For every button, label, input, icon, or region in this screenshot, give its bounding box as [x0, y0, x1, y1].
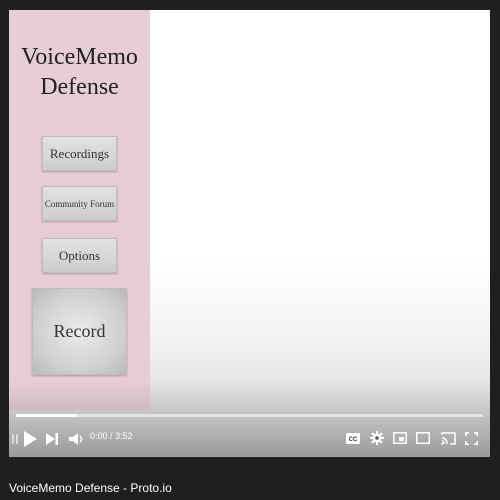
- pause-icon: [11, 432, 19, 446]
- recordings-button[interactable]: Recordings: [42, 136, 117, 171]
- video-caption: VoiceMemo Defense - Proto.io: [9, 481, 172, 495]
- miniplayer-icon[interactable]: [391, 430, 409, 446]
- options-button[interactable]: Options: [42, 238, 117, 273]
- time-total: 3:52: [115, 431, 133, 441]
- theater-icon[interactable]: [414, 430, 432, 446]
- next-icon[interactable]: [45, 431, 59, 447]
- fullscreen-icon[interactable]: [462, 429, 480, 447]
- app-title: VoiceMemo Defense: [9, 42, 150, 102]
- progress-buffered: [16, 414, 77, 417]
- cast-icon[interactable]: [439, 429, 457, 447]
- app-sidebar: VoiceMemo Defense Recordings Community F…: [9, 10, 150, 410]
- time-current: 0:00: [90, 431, 108, 441]
- community-forum-button[interactable]: Community Forum: [42, 186, 117, 221]
- cc-icon[interactable]: CC: [345, 430, 361, 446]
- volume-icon[interactable]: [67, 431, 87, 447]
- time-separator: /: [107, 431, 116, 441]
- svg-text:CC: CC: [349, 437, 358, 443]
- video-player[interactable]: VoiceMemo Defense Recordings Community F…: [9, 10, 490, 457]
- progress-bar[interactable]: [16, 414, 483, 417]
- app-title-line1: VoiceMemo: [21, 44, 138, 70]
- time-display: 0:00 / 3:52: [90, 430, 133, 442]
- play-icon[interactable]: [21, 429, 39, 449]
- app-title-line2: Defense: [40, 74, 119, 100]
- record-button[interactable]: Record: [32, 288, 127, 375]
- gear-icon[interactable]: [368, 429, 386, 447]
